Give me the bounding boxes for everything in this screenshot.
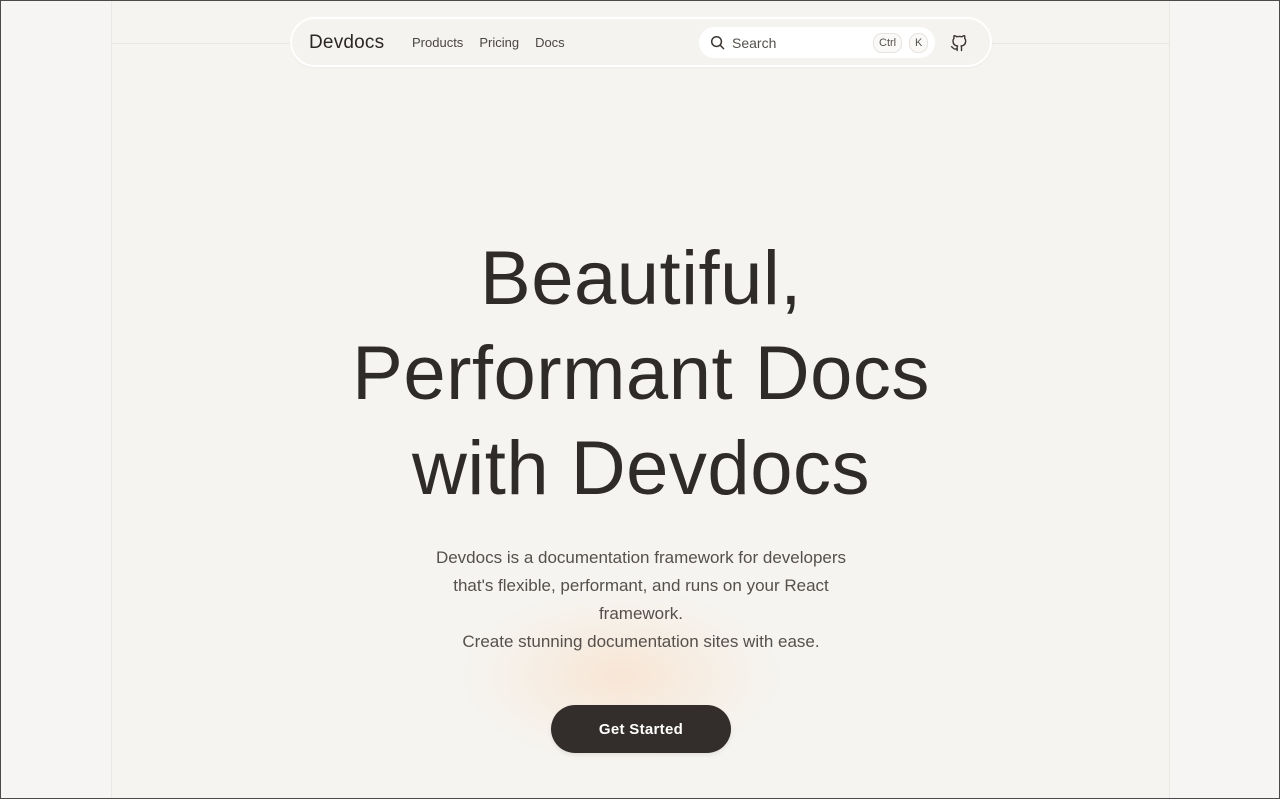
search-placeholder: Search xyxy=(732,35,777,51)
github-icon[interactable] xyxy=(949,33,969,53)
nav-link-pricing[interactable]: Pricing xyxy=(479,35,519,50)
shortcut-key-k: K xyxy=(909,33,929,53)
hero-description-line: that's flexible, performant, and runs on… xyxy=(453,576,829,595)
search-button[interactable]: Search Ctrl K xyxy=(699,27,935,58)
hero-description: Devdocs is a documentation framework for… xyxy=(391,544,891,656)
hero-title-line: with Devdocs xyxy=(412,426,870,511)
hero-description-line: Devdocs is a documentation framework for… xyxy=(435,548,847,567)
nav-link-products[interactable]: Products xyxy=(412,35,463,50)
shortcut-key-ctrl: Ctrl xyxy=(873,33,903,53)
browser-viewport: Devdocs Products Pricing Docs Search Ctr… xyxy=(0,0,1280,799)
nav-links: Products Pricing Docs xyxy=(412,35,565,50)
top-navbar: Devdocs Products Pricing Docs Search Ctr… xyxy=(290,17,992,67)
hero-title-line: Beautiful, xyxy=(480,236,802,321)
brand-logo-text[interactable]: Devdocs xyxy=(309,32,384,54)
hero-title: Beautiful, Performant Docs with Devdocs xyxy=(1,231,1279,516)
search-icon xyxy=(710,35,725,50)
hero-description-line: framework. xyxy=(598,604,684,623)
hero-title-line: Performant Docs xyxy=(352,331,930,416)
nav-link-docs[interactable]: Docs xyxy=(535,35,565,50)
hero-description-line: Create stunning documentation sites with… xyxy=(462,632,820,651)
get-started-button[interactable]: Get Started xyxy=(551,705,731,753)
